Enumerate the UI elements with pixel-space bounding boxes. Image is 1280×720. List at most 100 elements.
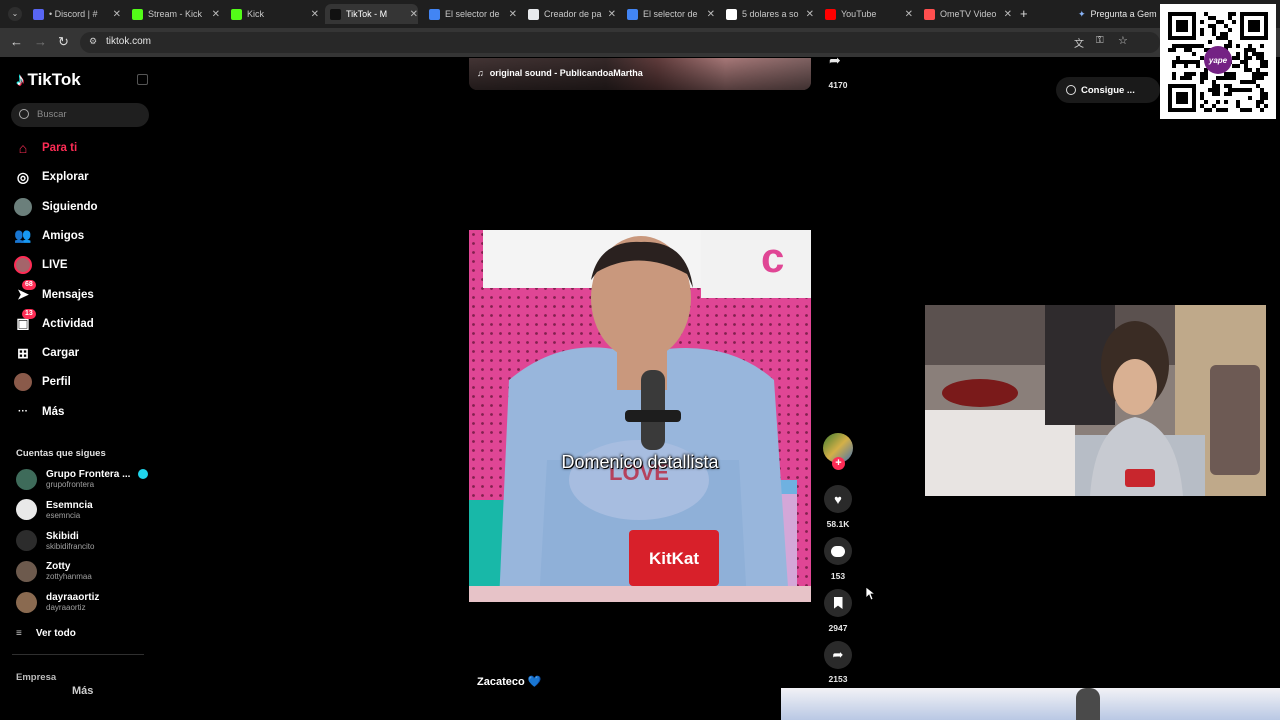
account-handle: dayraaortiz <box>46 603 86 613</box>
share-arrow-icon: ➦ <box>832 647 844 662</box>
sidebar-item-following-avatar[interactable]: Siguiendo <box>14 196 98 218</box>
footer-company-link[interactable]: Empresa <box>16 672 56 683</box>
account-handle: zottyhanmaa <box>46 572 92 582</box>
browser-tab[interactable]: YouTube ✕ <box>820 4 913 24</box>
tab-title: El selector de <box>643 9 698 19</box>
tab-title: TikTok - M <box>346 9 388 19</box>
tab-close-icon[interactable]: ✕ <box>212 9 220 20</box>
sidebar-item-live-avatar[interactable]: LIVE <box>14 254 68 276</box>
browser-tab[interactable]: Stream - Kick ✕ <box>127 4 220 24</box>
coin-icon <box>1066 85 1076 95</box>
sidebar-item-friends[interactable]: 👥 Amigos <box>14 225 84 247</box>
bookmark-star-icon[interactable]: ☆ <box>1118 34 1128 47</box>
save-button[interactable] <box>824 589 852 617</box>
next-video-preview[interactable] <box>781 688 1280 720</box>
search-box[interactable]: Buscar <box>11 103 149 127</box>
browser-tab[interactable]: • Discord | # ✕ <box>28 4 121 24</box>
webcam-overlay <box>925 305 1266 496</box>
sound-row[interactable]: ♫ original sound - PublicandoaMartha <box>477 68 643 78</box>
tab-search-icon[interactable]: ⌄ <box>8 7 22 21</box>
browser-tab[interactable]: OmeTV Video ✕ <box>919 4 1012 24</box>
sidebar-item-profile-avatar[interactable]: Perfil <box>14 371 71 393</box>
tiktok-sidebar: ♪ TikTok Buscar ⌂ Para ti ◎ Explorar Siguien… <box>0 58 160 720</box>
previous-video-card[interactable]: ♫ original sound - PublicandoaMartha <box>469 58 811 90</box>
followed-account[interactable]: Skibidi skibidifrancito <box>16 528 94 554</box>
mouse-cursor <box>866 587 876 601</box>
notification-badge: 13 <box>22 308 36 319</box>
gemini-icon: ✦ <box>1078 8 1086 19</box>
heart-icon: ♥ <box>834 491 842 507</box>
tab-close-icon[interactable]: ✕ <box>311 9 319 20</box>
new-tab-button[interactable]: + <box>1020 6 1028 21</box>
share-button[interactable]: ➦ <box>824 641 852 669</box>
account-handle: esemncia <box>46 510 81 520</box>
sidebar-item-activity[interactable]: ▣ 13 Actividad <box>14 308 94 335</box>
browser-tab[interactable]: Creador de pa ✕ <box>523 4 616 24</box>
tab-title: El selector de <box>445 9 500 19</box>
browser-tab[interactable]: El selector de ✕ <box>622 4 715 24</box>
address-bar[interactable]: ⚙ tiktok.com 文 ⚿ ☆ <box>80 32 1160 53</box>
get-coins-button[interactable]: Consigue ... <box>1056 77 1160 103</box>
tab-favicon-icon <box>330 8 341 20</box>
upload-icon: ⊞ <box>17 344 29 361</box>
tiktok-logo[interactable]: ♪ TikTok <box>16 70 81 90</box>
followed-account[interactable]: dayraaortiz dayraaortiz <box>16 589 99 615</box>
share-count: 2153 <box>828 674 848 684</box>
followed-account[interactable]: Grupo Frontera ... grupofrontera <box>16 466 149 492</box>
browser-tab-strip: ⌄ • Discord | # ✕ Stream - Kick ✕ Kick ✕ TikTo… <box>0 0 1280 28</box>
back-button[interactable]: ← <box>10 34 23 49</box>
tab-title: Creador de pa <box>544 9 602 19</box>
video-player[interactable]: c LOVE KitKat Domenico detallista <box>469 230 811 602</box>
sidebar-item-more-dots[interactable]: ··· Más <box>14 401 64 423</box>
comment-button[interactable] <box>824 537 852 565</box>
video-subtitle: Domenico detallista <box>561 452 719 472</box>
sidebar-item-upload[interactable]: ⊞ Cargar <box>14 342 79 364</box>
gemini-label: Pregunta a Gem <box>1090 9 1157 19</box>
sidebar-item-label: Siguiendo <box>42 200 98 213</box>
browser-tab[interactable]: El selector de ✕ <box>424 4 517 24</box>
tab-close-icon[interactable]: ✕ <box>608 9 616 20</box>
collapse-sidebar-icon[interactable] <box>137 74 148 85</box>
tab-close-icon[interactable]: ✕ <box>410 9 418 20</box>
account-handle: grupofrontera <box>46 480 95 489</box>
followed-account[interactable]: Zotty zottyhanmaa <box>16 558 92 584</box>
tab-title: 5 dolares a so <box>742 9 799 19</box>
avatar <box>16 468 37 490</box>
tab-close-icon[interactable]: ✕ <box>509 9 517 20</box>
footer-more-link[interactable]: Más <box>72 685 93 697</box>
tab-close-icon[interactable]: ✕ <box>1004 9 1012 20</box>
avatar <box>16 560 37 582</box>
browser-tab[interactable]: 5 dolares a so ✕ <box>721 4 814 24</box>
translate-icon[interactable]: 文 <box>1074 35 1084 50</box>
tab-favicon-icon <box>627 8 638 20</box>
followed-account[interactable]: Esemncia esemncia <box>16 497 93 523</box>
like-button[interactable]: ♥ <box>824 485 852 513</box>
list-icon: ≡ <box>16 628 22 639</box>
bookmark-icon <box>833 597 843 609</box>
tab-favicon-icon <box>924 8 935 20</box>
browser-tab[interactable]: Kick ✕ <box>226 4 319 24</box>
profile-avatar-icon <box>14 373 32 392</box>
previous-share-icon[interactable]: ➦ <box>829 52 841 69</box>
tab-close-icon[interactable]: ✕ <box>905 9 913 20</box>
avatar <box>16 591 37 613</box>
more-dots-icon: ··· <box>18 406 28 418</box>
browser-tab[interactable]: TikTok - M ✕ <box>325 4 418 24</box>
qr-code-overlay: yape <box>1160 4 1276 119</box>
tab-close-icon[interactable]: ✕ <box>113 9 121 20</box>
tab-close-icon[interactable]: ✕ <box>806 9 814 20</box>
sidebar-item-paper-plane[interactable]: ➤ 68 Mensajes <box>14 279 94 306</box>
tab-favicon-icon <box>528 8 539 20</box>
site-info-icon[interactable]: ⚙ <box>89 36 97 47</box>
forward-button[interactable]: → <box>34 34 47 49</box>
sidebar-item-label: Explorar <box>42 171 89 184</box>
see-all-link[interactable]: ≡ Ver todo <box>16 628 76 639</box>
sidebar-item-compass[interactable]: ◎ Explorar <box>14 166 89 188</box>
tab-title: Stream - Kick <box>148 9 203 19</box>
sidebar-item-home[interactable]: ⌂ Para ti <box>14 137 77 159</box>
reload-button[interactable]: ↻ <box>58 34 69 50</box>
gemini-button[interactable]: ✦ Pregunta a Gem <box>1078 6 1157 22</box>
tab-close-icon[interactable]: ✕ <box>707 9 715 20</box>
follow-plus-icon[interactable]: + <box>832 457 845 470</box>
password-key-icon[interactable]: ⚿ <box>1096 35 1104 46</box>
